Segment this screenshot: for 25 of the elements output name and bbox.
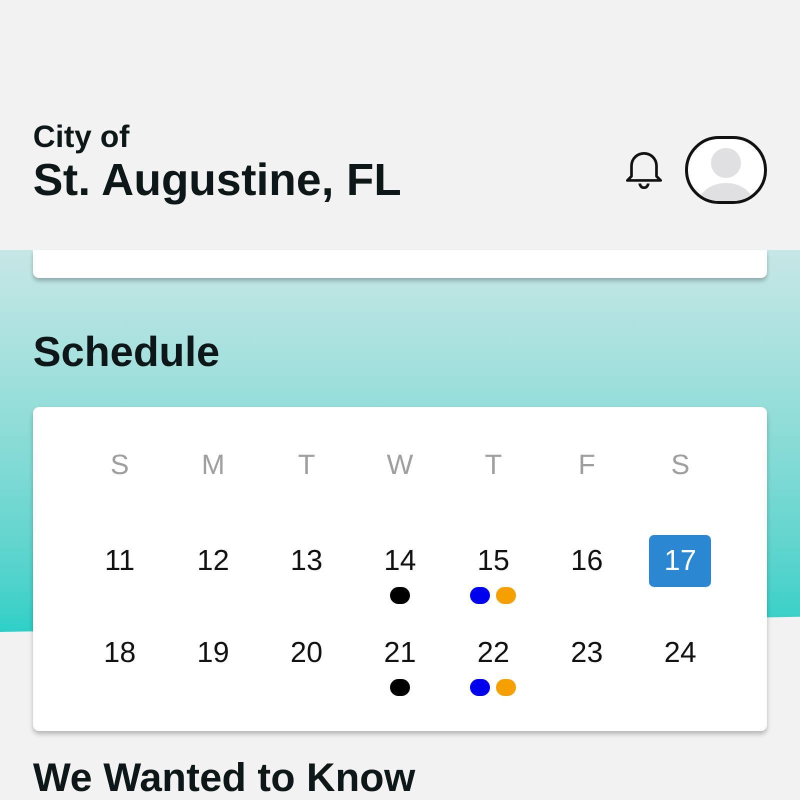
weekday-label: F <box>578 448 596 482</box>
calendar-day[interactable]: 17 <box>649 535 712 587</box>
city-title: St. Augustine, FL <box>33 154 402 206</box>
calendar-day[interactable]: 18 <box>88 627 151 679</box>
calendar-day[interactable]: 23 <box>556 627 618 679</box>
calendar-day[interactable]: 16 <box>556 535 618 587</box>
calendar-day[interactable]: 19 <box>182 627 244 679</box>
calendar-day[interactable]: 21 <box>368 627 431 679</box>
weekday-label: M <box>201 448 225 482</box>
calendar-day[interactable]: 22 <box>462 627 524 679</box>
calendar-day[interactable]: 12 <box>182 535 244 587</box>
city-subtitle: City of <box>33 120 130 154</box>
weekday-label: T <box>484 448 502 482</box>
calendar-day[interactable]: 14 <box>368 535 431 587</box>
calendar-day[interactable]: 24 <box>649 627 712 679</box>
calendar-day[interactable]: 13 <box>276 535 338 587</box>
weekday-label: T <box>298 448 316 482</box>
weekday-label: W <box>386 448 414 482</box>
schedule-heading: Schedule <box>33 327 221 377</box>
weekday-label: S <box>110 448 130 482</box>
calendar-day[interactable]: 15 <box>462 535 524 587</box>
weekday-label: S <box>670 448 690 482</box>
section-heading: We Wanted to Know <box>33 761 416 795</box>
calendar-day[interactable]: 11 <box>88 535 151 587</box>
calendar-day[interactable]: 20 <box>276 627 338 679</box>
